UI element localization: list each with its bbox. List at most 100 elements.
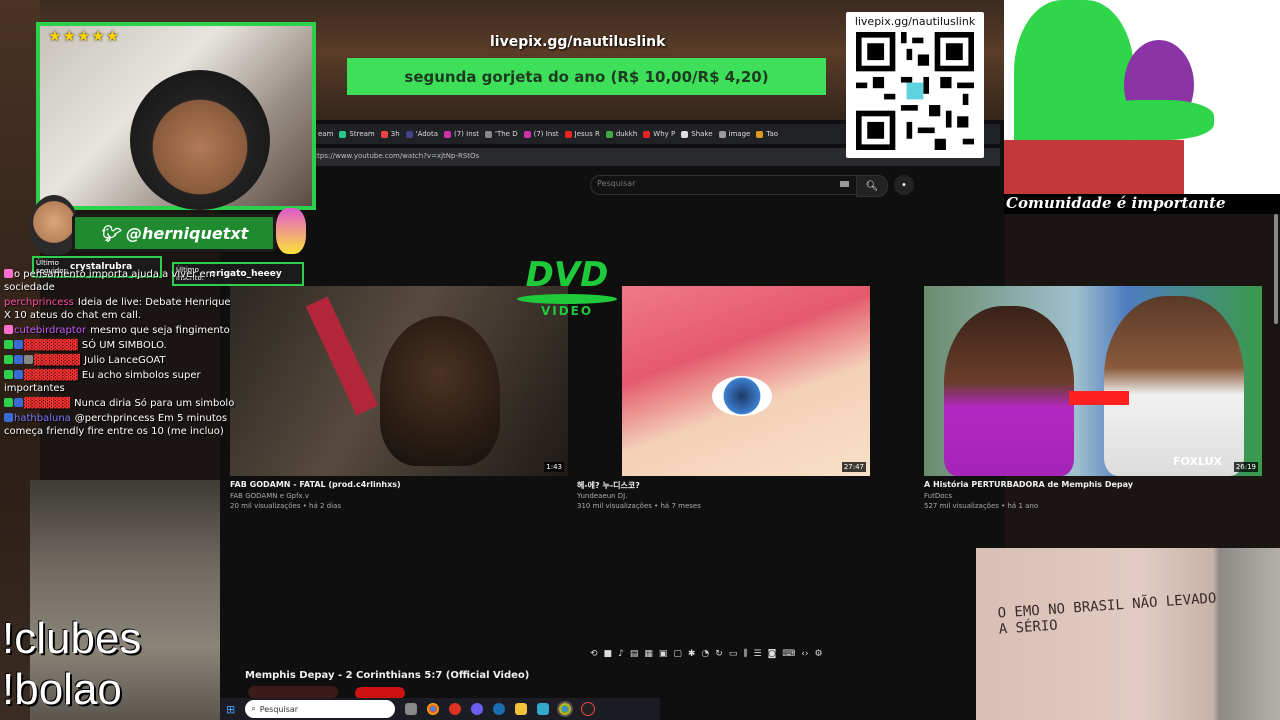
speed-icon[interactable]: ◔ <box>701 649 709 659</box>
graffiti-wall-image: O EMO NO BRASIL NÃO LEVADO A SÉRIO <box>976 548 1280 720</box>
chrome-active-icon[interactable] <box>557 701 574 717</box>
browser-tab[interactable]: Tao <box>756 130 778 138</box>
microphone-icon: • <box>901 179 907 191</box>
search-icon: ⌕ <box>251 704 256 713</box>
task-view-icon[interactable] <box>405 703 418 715</box>
chat-badge-icon <box>14 340 23 349</box>
video-title[interactable]: A História PERTURBADORA de Memphis Depay <box>924 480 1133 489</box>
tab-label: Tao <box>766 130 779 138</box>
window-icon[interactable]: ▢ <box>673 649 682 659</box>
video-duration: 26:19 <box>1233 462 1258 472</box>
player-controls: ⟲ ■ ♪ ▤ ▦ ▣ ▢ ✱ ◔ ↻ ▭ ⫼ ☰ ◙ ⌨ ‹› ⚙ <box>590 645 900 663</box>
obs-icon[interactable] <box>581 702 596 716</box>
browser-tab[interactable]: dukkh <box>605 130 637 138</box>
subtitles-icon[interactable]: ▤ <box>630 649 639 659</box>
rows-icon[interactable]: ☰ <box>753 649 761 659</box>
dvd-logo: DVD VIDEO <box>512 258 622 328</box>
chat-text: Julio LanceGOAT <box>84 355 166 366</box>
video-thumbnail[interactable]: 27:47 <box>622 286 870 476</box>
gear-small-icon[interactable]: ✱ <box>688 649 696 659</box>
columns-icon[interactable]: ⫼ <box>743 649 747 659</box>
voice-search-button[interactable]: • <box>894 175 914 195</box>
scrollbar[interactable] <box>1274 214 1278 324</box>
browser-tab[interactable]: Why P <box>643 130 675 138</box>
chat-message: hathbaluna @perchprincess Em 5 minutos co… <box>4 412 236 438</box>
tab-favicon-icon <box>339 130 347 138</box>
loop-icon[interactable]: ⟲ <box>590 649 598 659</box>
chat-badge-icon <box>4 325 13 334</box>
youtube-search-button[interactable]: 🔍︎ <box>856 175 888 197</box>
tab-label: eam <box>318 130 334 138</box>
video-thumbnail[interactable]: FOXLUX 26:19 <box>924 286 1262 476</box>
video-channel[interactable]: Yundeaeun DJ. <box>577 492 627 500</box>
picture-icon[interactable]: ▣ <box>659 649 668 659</box>
twitter-handle-banner: 🐦︎ @herniquetxt <box>72 214 276 252</box>
browser-tab[interactable]: (7) Inst <box>523 130 559 138</box>
browser-tab[interactable]: 'Adota <box>405 130 438 138</box>
taskbar-search-placeholder: Pesquisar <box>259 704 299 714</box>
stop-icon[interactable]: ■ <box>604 649 613 659</box>
chat-text: mesmo que seja fingimento <box>90 325 230 336</box>
tab-favicon-icon <box>681 130 689 138</box>
taskbar-search[interactable]: ⌕ Pesquisar <box>245 700 396 718</box>
steam-icon[interactable] <box>493 703 506 715</box>
tip-goal-text: segunda gorjeta do ano (R$ 10,00/R$ 4,20… <box>404 67 769 86</box>
chat-badge-icon <box>4 355 13 364</box>
cartoon-caption: Comunidade é importante <box>1006 194 1226 212</box>
chat-message: ▓▓▓▓▓▓▓ Eu acho simbolos super importante… <box>4 369 236 395</box>
dvd-logo-disc <box>517 294 617 304</box>
rotate-icon[interactable]: ↻ <box>715 649 723 659</box>
address-bar-url: https://www.youtube.com/watch?v=xjtNp-RS… <box>310 152 480 160</box>
calendar-icon[interactable]: ▦ <box>644 649 653 659</box>
vivaldi-icon[interactable] <box>449 703 462 715</box>
browser-tab[interactable]: (7) Inst <box>444 130 479 138</box>
rating-stars-icon: ★★★★★ <box>48 27 121 45</box>
youtube-search-placeholder: Pesquisar <box>597 179 636 188</box>
tab-label: (7) Inst <box>533 130 559 138</box>
video-meta: 20 mil visualizações • há 2 dias <box>230 502 341 510</box>
tab-label: Why P <box>653 130 676 138</box>
windows-start-icon[interactable]: ⊞ <box>226 703 235 716</box>
cartoon-image <box>1004 0 1280 196</box>
browser-tab[interactable]: Stream <box>339 130 375 138</box>
search-icon: 🔍︎ <box>865 180 879 192</box>
audio-icon[interactable]: ♪ <box>618 649 624 659</box>
browser-tab[interactable]: Jesus R <box>564 130 600 138</box>
video-channel[interactable]: FutDocs <box>924 492 952 500</box>
tab-favicon-icon <box>485 130 493 138</box>
video-channel[interactable]: FAB GODAMN e Gpfx.v <box>230 492 309 500</box>
folder-icon[interactable] <box>515 703 528 715</box>
qr-code-icon <box>856 32 974 150</box>
tab-favicon-icon <box>523 130 531 138</box>
chat-username: ▓▓▓▓▓▓ <box>24 398 71 409</box>
webcam-streamer <box>130 70 270 210</box>
chat-text: o pensamento importa ajuda a viver em so… <box>4 269 216 293</box>
chrome-icon[interactable] <box>427 703 440 715</box>
mascot-avatar <box>30 195 78 255</box>
browser-tab[interactable]: image <box>718 130 750 138</box>
tab-label: Jesus R <box>574 130 600 138</box>
discord-icon[interactable] <box>471 703 484 715</box>
chat-command-clubes: !clubes <box>2 614 142 663</box>
browser-tab[interactable]: 'The D <box>485 130 518 138</box>
code-icon[interactable]: ‹› <box>801 649 808 659</box>
chat-message: perchprincess Ideia de live: Debate Henri… <box>4 296 236 322</box>
thumbnail-prop <box>305 296 379 416</box>
browser-tab[interactable]: Shake <box>681 130 713 138</box>
tab-favicon-icon <box>380 130 388 138</box>
frame-icon[interactable]: ▭ <box>729 649 738 659</box>
video-title[interactable]: 헤-에? 누-디스코? <box>577 480 640 491</box>
keyboard-small-icon[interactable]: ⌨ <box>782 649 795 659</box>
thumbnail-brand: FOXLUX <box>1173 455 1222 468</box>
camera-icon[interactable]: ◙ <box>768 649 777 659</box>
chat-username: ▓▓▓▓▓▓ <box>34 355 81 366</box>
cartoon-red-shirt <box>1004 140 1184 196</box>
app-icon[interactable] <box>537 703 550 715</box>
settings-icon[interactable]: ⚙ <box>815 649 823 659</box>
video-title[interactable]: FAB GODAMN - FATAL (prod.c4rlinhxs) <box>230 480 401 489</box>
video-duration: 1:43 <box>544 462 564 472</box>
browser-tab[interactable]: 3h <box>380 130 400 138</box>
chat-badge-icon <box>14 370 23 379</box>
keyboard-icon[interactable] <box>840 181 849 187</box>
tab-label: Stream <box>349 130 375 138</box>
